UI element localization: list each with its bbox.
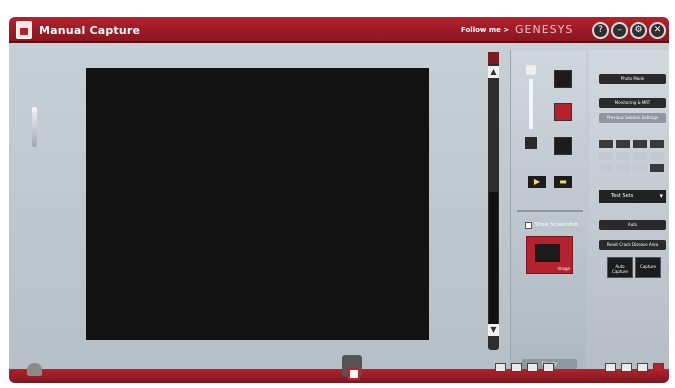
minimize-button[interactable]: – — [611, 22, 628, 39]
controls-panel: ▶ ▬ Show Screenshot Image Ready — [510, 50, 586, 380]
panel-divider — [517, 210, 583, 212]
scroll-up-button[interactable]: ▲ — [488, 66, 499, 78]
play-icon[interactable]: ▶ — [528, 176, 546, 188]
brand-logo: GENESYS — [515, 23, 574, 36]
show-screenshot-row[interactable]: Show Screenshot — [525, 222, 585, 230]
photo-mode-button[interactable]: Photo Mode — [599, 74, 666, 84]
settings-button[interactable]: ⚙ — [630, 22, 647, 39]
grid-cell[interactable] — [616, 140, 630, 148]
bottom-bar — [9, 369, 669, 383]
report-icon[interactable] — [637, 363, 648, 372]
camera-icon[interactable] — [342, 355, 362, 380]
show-screenshot-label: Show Screenshot — [535, 222, 579, 228]
grid-cell[interactable] — [599, 140, 613, 148]
scroll-top-icon — [488, 52, 499, 64]
grid-cell[interactable] — [650, 152, 664, 160]
close-button[interactable]: ✕ — [649, 22, 666, 39]
options-panel: Photo Mode Monitoring & MRT Previous Ses… — [589, 50, 669, 380]
settings-button[interactable] — [554, 137, 572, 155]
record-button[interactable] — [554, 103, 572, 121]
grid-cell[interactable] — [599, 164, 613, 172]
grid-cell[interactable] — [616, 164, 630, 172]
scroll-down-button[interactable]: ▼ — [488, 324, 499, 336]
capture-now-button[interactable]: Capture — [635, 257, 661, 278]
image-thumbnail[interactable]: Image — [526, 236, 573, 274]
window-title: Manual Capture — [39, 24, 141, 37]
grid-cell[interactable] — [616, 152, 630, 160]
grid-cell[interactable] — [633, 164, 647, 172]
app-window: Manual Capture Follow me > GENESYS ? – ⚙… — [9, 17, 669, 383]
export-icon[interactable] — [621, 363, 632, 372]
camera-preview[interactable] — [86, 68, 429, 340]
home-icon[interactable] — [27, 363, 42, 376]
left-bar — [17, 52, 39, 347]
title-bar: Manual Capture Follow me > GENESYS ? – ⚙… — [9, 17, 669, 43]
chevron-down-icon: ▾ — [659, 192, 663, 200]
document-icon[interactable] — [527, 363, 538, 372]
folder-icon[interactable]: ▬ — [554, 176, 572, 188]
help-button[interactable]: ? — [592, 22, 609, 39]
app-icon — [16, 21, 32, 39]
grid-cell[interactable] — [633, 140, 647, 148]
zoom-slider[interactable] — [524, 65, 538, 165]
zoom-in-icon[interactable] — [526, 65, 536, 75]
reset-area-button[interactable]: Reset Crack Disease Area — [599, 240, 666, 250]
scroll-track[interactable] — [489, 192, 498, 332]
follow-link[interactable]: Follow me > — [461, 26, 509, 34]
pen-icon[interactable] — [653, 363, 664, 372]
zoom-handle[interactable] — [525, 137, 537, 149]
grid-cell[interactable] — [599, 152, 613, 160]
monitor-icon[interactable] — [495, 363, 506, 372]
printer-icon[interactable] — [605, 363, 616, 372]
select-value: Test Sets — [611, 193, 634, 199]
monitor-icon[interactable] — [511, 363, 522, 372]
grid-cell[interactable] — [650, 164, 664, 172]
settings-grid — [599, 140, 667, 174]
vertical-scrollbar[interactable]: ▲ ▼ — [488, 52, 499, 350]
chart-icon[interactable] — [543, 363, 554, 372]
test-sets-select[interactable]: Test Sets ▾ — [599, 190, 666, 203]
grid-cell[interactable] — [633, 152, 647, 160]
exclamation-icon — [32, 107, 37, 147]
monitoring-button[interactable]: Monitoring & MRT — [599, 98, 666, 108]
auto-button[interactable]: Auto — [599, 220, 666, 230]
grid-cell[interactable] — [650, 140, 664, 148]
thumbnail-preview — [535, 244, 560, 262]
capture-button[interactable] — [554, 70, 572, 88]
previous-session-button[interactable]: Previous Session Settings — [599, 113, 666, 123]
zoom-track[interactable] — [529, 79, 533, 129]
show-screenshot-checkbox[interactable] — [525, 222, 532, 229]
auto-capture-button[interactable]: Auto Capture — [607, 257, 633, 278]
thumbnail-label: Image — [557, 266, 570, 271]
